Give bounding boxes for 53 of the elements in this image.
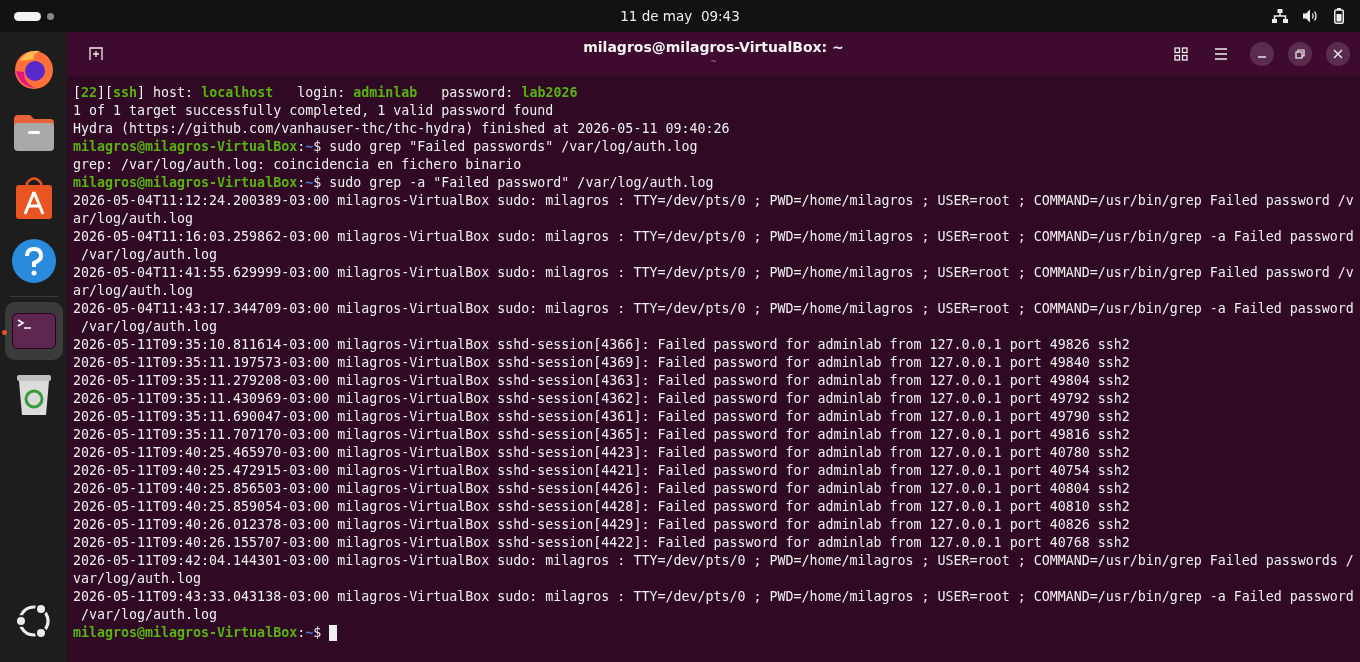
terminal-line: 2026-05-11T09:40:25.472915-03:00 milagros-VirtualBox sshd-session[4421]: Failed password for adminlab from 127.0.0.1 port 40754 ssh2	[73, 462, 1131, 480]
terminal-line: 2026-05-11T09:40:25.859054-03:00 milagros-VirtualBox sshd-session[4428]: Failed password for adminlab from 127.0.0.1 port 40810 ssh2	[73, 498, 1131, 516]
prompt-line: milagros@milagros-VirtualBox:~$ sudo grep -a "Failed password" /var/log/auth.log	[73, 174, 714, 192]
grid-icon	[1174, 47, 1188, 61]
prompt-line: milagros@milagros-VirtualBox:~$ sudo grep "Failed passwords" /var/log/auth.log	[73, 138, 698, 156]
terminal-line: 2026-05-11T09:35:11.707170-03:00 milagros-VirtualBox sshd-session[4365]: Failed password for adminlab from 127.0.0.1 port 49816 ssh2	[73, 426, 1131, 444]
plus-tab-icon	[89, 47, 103, 61]
network-icon[interactable]	[1272, 9, 1288, 23]
terminal-line: 2026-05-04T11:12:24.200389-03:00 milagros-VirtualBox sudo: milagros : TTY=/dev/pts/0 ; PWD=/home/milagros ; USER=root ; COMMAND=/usr/bin/grep Failed password /v	[73, 192, 1355, 210]
terminal-line: 2026-05-11T09:40:25.465970-03:00 milagros-VirtualBox sshd-session[4423]: Failed password for adminlab from 127.0.0.1 port 40780 ssh2	[73, 444, 1131, 462]
date-time[interactable]: 11 de may 09:43	[620, 8, 740, 24]
close-button[interactable]	[1326, 42, 1350, 66]
battery-icon[interactable]	[1334, 8, 1344, 24]
terminal-line: ar/log/auth.log	[73, 210, 195, 228]
terminal-line: 1 of 1 target successfully completed, 1 valid password found	[73, 102, 555, 120]
activities-indicator[interactable]	[14, 11, 41, 21]
shopping-bag-icon	[15, 175, 52, 219]
running-indicator-icon	[1, 330, 7, 335]
terminal-line: 2026-05-04T11:41:55.629999-03:00 milagros-VirtualBox sudo: milagros : TTY=/dev/pts/0 ; PWD=/home/milagros ; USER=root ; COMMAND=/usr/bin/grep Failed password /v	[73, 264, 1355, 282]
terminal-line: 2026-05-04T11:43:17.344709-03:00 milagros-VirtualBox sudo: milagros : TTY=/dev/pts/0 ; PWD=/home/milagros ; USER=root ; COMMAND=/usr/bin/grep -a Failed password	[73, 300, 1355, 318]
terminal-line: 2026-05-04T11:16:03.259862-03:00 milagros-VirtualBox sudo: milagros : TTY=/dev/pts/0 ; PWD=/home/milagros ; USER=root ; COMMAND=/usr/bin/grep -a Failed password	[73, 228, 1355, 246]
terminal-line: /var/log/auth.log	[80, 606, 219, 624]
terminal-line: /var/log/auth.log	[80, 246, 219, 264]
terminal-line: 2026-05-11T09:40:25.856503-03:00 milagros-VirtualBox sshd-session[4426]: Failed password for adminlab from 127.0.0.1 port 40804 ssh2	[73, 480, 1131, 498]
restore-button[interactable]	[1288, 42, 1312, 66]
close-icon	[1333, 49, 1343, 59]
help-icon	[11, 239, 56, 283]
restore-icon	[1295, 49, 1305, 59]
window-subtitle: ~	[710, 56, 717, 68]
terminal-line: var/log/auth.log	[73, 570, 203, 588]
folder-icon	[11, 113, 56, 153]
terminal-line: grep: /var/log/auth.log: coincidencia en fichero binario	[73, 156, 523, 174]
volume-icon[interactable]	[1303, 9, 1319, 23]
terminal-line: 2026-05-11T09:35:10.811614-03:00 milagros-VirtualBox sshd-session[4366]: Failed password for adminlab from 127.0.0.1 port 49826 ssh2	[73, 336, 1131, 354]
terminal-line: 2026-05-11T09:43:33.043138-03:00 milagros-VirtualBox sudo: milagros : TTY=/dev/pts/0 ; PWD=/home/milagros ; USER=root ; COMMAND=/usr/bin/grep -a Failed password	[73, 588, 1355, 606]
terminal-line: 2026-05-11T09:35:11.690047-03:00 milagros-VirtualBox sshd-session[4361]: Failed password for adminlab from 127.0.0.1 port 49790 ssh2	[73, 408, 1131, 426]
terminal-line: Hydra (https://github.com/vanhauser-thc/thc-hydra) finished at 2026-05-11 09:40:26	[73, 120, 731, 138]
minimize-icon	[1258, 56, 1266, 58]
terminal-line: 2026-05-11T09:35:11.430969-03:00 milagros-VirtualBox sshd-session[4362]: Failed password for adminlab from 127.0.0.1 port 49792 ssh2	[73, 390, 1131, 408]
menu-icon	[1214, 48, 1228, 60]
terminal-line: 2026-05-11T09:40:26.155707-03:00 milagros-VirtualBox sshd-session[4422]: Failed password for adminlab from 127.0.0.1 port 40768 ssh2	[73, 534, 1131, 552]
minimize-button[interactable]	[1250, 42, 1274, 66]
terminal-line: 2026-05-11T09:35:11.279208-03:00 milagros-VirtualBox sshd-session[4363]: Failed password for adminlab from 127.0.0.1 port 49804 ssh2	[73, 372, 1131, 390]
workspace-dot-icon	[47, 12, 54, 20]
terminal-line: ar/log/auth.log	[73, 282, 195, 300]
terminal-line: /var/log/auth.log	[80, 318, 219, 336]
terminal-line: 2026-05-11T09:40:26.012378-03:00 milagros-VirtualBox sshd-session[4429]: Failed password for adminlab from 127.0.0.1 port 40826 ssh2	[73, 516, 1131, 534]
terminal-icon	[11, 313, 56, 349]
terminal-line: [22][ssh] host: localhost login: adminlab password: lab2026	[73, 84, 579, 102]
window-title: milagros@milagros-VirtualBox: ~	[583, 38, 844, 56]
terminal-line: 2026-05-11T09:42:04.144301-03:00 milagros-VirtualBox sudo: milagros : TTY=/dev/pts/0 ; PWD=/home/milagros ; USER=root ; COMMAND=/usr/bin/grep Failed passwords /	[73, 552, 1355, 570]
terminal-line: 2026-05-11T09:35:11.197573-03:00 milagros-VirtualBox sshd-session[4369]: Failed password for adminlab from 127.0.0.1 port 49840 ssh2	[73, 354, 1131, 372]
prompt: milagros@milagros-VirtualBox:~$	[73, 624, 323, 642]
